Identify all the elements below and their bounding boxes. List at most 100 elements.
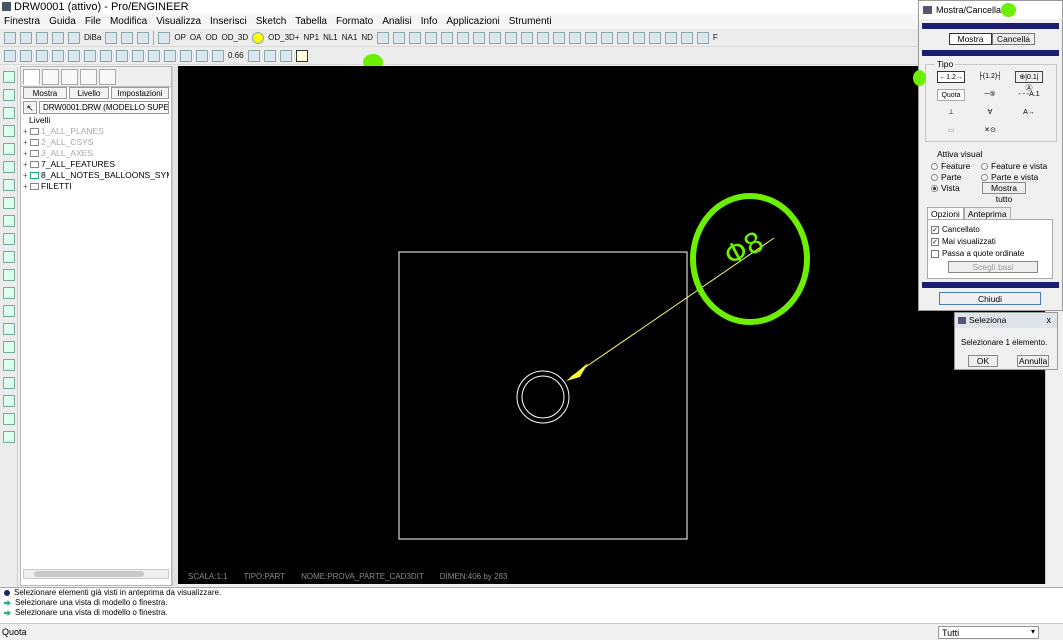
datum-points-icon[interactable]: [584, 31, 597, 44]
dimension-text[interactable]: Φ8: [719, 225, 770, 273]
paste-icon[interactable]: [121, 31, 134, 44]
scegli-basi-button[interactable]: Scegli basi: [948, 261, 1038, 273]
menu-modifica[interactable]: Modifica: [110, 16, 147, 27]
note-icon[interactable]: [68, 49, 80, 62]
np1-button[interactable]: NP1: [304, 33, 320, 42]
leader-icon[interactable]: [3, 233, 15, 245]
email-icon[interactable]: [68, 31, 80, 44]
cancella-toggle-button[interactable]: Cancella: [992, 33, 1035, 45]
menu-info[interactable]: Info: [421, 16, 438, 27]
tab-favorites[interactable]: [61, 69, 78, 85]
menu-visualizza[interactable]: Visualizza: [156, 16, 201, 27]
od3d-button[interactable]: OD_3D: [221, 33, 248, 42]
op-button[interactable]: OP: [174, 33, 186, 42]
baseline-icon[interactable]: [263, 49, 276, 62]
scroll-thumb[interactable]: [34, 571, 144, 577]
menu-file[interactable]: File: [85, 16, 101, 27]
drawing-dropdown[interactable]: DRW0001.DRW (MODELLO SUPERF: [39, 101, 169, 114]
mai-visualizzati-checkbox[interactable]: ✓ Mai visualizzati: [931, 237, 996, 246]
mostra-tutto-button[interactable]: Mostra tutto: [982, 182, 1026, 204]
arc-icon[interactable]: [164, 49, 176, 62]
circle-icon[interactable]: [212, 49, 224, 62]
sketch-tool-icon[interactable]: [3, 71, 15, 83]
copy-icon[interactable]: [105, 31, 118, 44]
move-view-icon[interactable]: [36, 49, 48, 62]
check-icon[interactable]: [3, 161, 15, 173]
redo-icon[interactable]: [392, 31, 405, 44]
tree-horizontal-scrollbar[interactable]: [23, 569, 169, 579]
format-icon[interactable]: [3, 359, 15, 371]
axis-type-button[interactable]: - - -A.1: [1015, 89, 1043, 101]
smiley-icon[interactable]: [252, 31, 265, 44]
mostra-toggle-button[interactable]: Mostra: [949, 33, 992, 45]
zoom-out-icon[interactable]: [648, 31, 661, 44]
refit-icon[interactable]: [664, 31, 677, 44]
close-icon[interactable]: x: [1047, 313, 1052, 328]
radio-parte-e-vista[interactable]: Parte e vista: [981, 172, 1038, 182]
line-tool-icon[interactable]: [3, 215, 15, 227]
wireframe-icon[interactable]: [504, 31, 517, 44]
nd-button[interactable]: ND: [361, 33, 373, 42]
tab-layers[interactable]: [99, 69, 116, 85]
check-icon[interactable]: [3, 89, 15, 101]
saved-views-icon[interactable]: [696, 31, 709, 44]
table-icon[interactable]: [3, 341, 15, 353]
dimension-icon[interactable]: [84, 49, 96, 62]
od-button[interactable]: OD: [205, 33, 217, 42]
list-item[interactable]: +7_ALL_FEATURES: [23, 159, 169, 170]
geometric-tolerance-button[interactable]: ⊕|0.1|Ⓐ: [1015, 71, 1043, 92]
list-item[interactable]: +2_ALL_CSYS: [23, 137, 169, 148]
line-icon[interactable]: [148, 49, 160, 62]
list-item[interactable]: +1_ALL_PLANES: [23, 126, 169, 137]
diba-button[interactable]: DiBa: [84, 33, 101, 42]
save-icon[interactable]: [36, 31, 48, 44]
mostra-menu-button[interactable]: Mostra: [23, 87, 67, 99]
arrange-icon[interactable]: [3, 413, 15, 425]
show-erase-icon[interactable]: [295, 49, 308, 62]
balloon-type-button[interactable]: ─⑤: [976, 89, 1004, 101]
impostazioni-menu-button[interactable]: Impostazioni: [111, 87, 169, 99]
oa-button[interactable]: OA: [190, 33, 202, 42]
dimension-type-button[interactable]: ←1.2→: [937, 71, 965, 83]
undo-icon[interactable]: [376, 31, 389, 44]
hole-circle-inner[interactable]: [521, 375, 565, 419]
symbol-type-button[interactable]: ✕⊙: [976, 125, 1004, 137]
radio-feature-e-vista[interactable]: Feature e vista: [981, 161, 1047, 171]
tab-model-tree[interactable]: [23, 69, 40, 85]
tab-folder-browser[interactable]: [42, 69, 59, 85]
quote-ordinate-checkbox[interactable]: Passa a quote ordinate: [931, 249, 1024, 258]
radio-vista[interactable]: Vista: [931, 183, 960, 193]
cosmetic-feature-button[interactable]: ▭: [937, 125, 965, 137]
menu-inserisci[interactable]: Inserisci: [210, 16, 247, 27]
insert-view-icon[interactable]: [20, 49, 32, 62]
dialog-titlebar[interactable]: Seleziona x: [955, 313, 1057, 328]
repaint-icon[interactable]: [456, 31, 469, 44]
edit-icon[interactable]: [408, 31, 421, 44]
selection-filter-dropdown[interactable]: Tutti ▾: [938, 626, 1039, 639]
plus-icon[interactable]: [4, 49, 16, 62]
na1-button[interactable]: NA1: [342, 33, 358, 42]
text-icon[interactable]: [52, 49, 64, 62]
symbol-icon[interactable]: [132, 49, 144, 62]
open-icon[interactable]: [20, 31, 32, 44]
livello-menu-button[interactable]: Livello: [69, 87, 109, 99]
delete-icon[interactable]: [116, 49, 128, 62]
pointer-icon[interactable]: ↖: [23, 101, 37, 114]
menu-strumenti[interactable]: Strumenti: [509, 16, 552, 27]
print-icon[interactable]: [52, 31, 64, 44]
check-icon[interactable]: [3, 197, 15, 209]
menu-sketch[interactable]: Sketch: [256, 16, 287, 27]
check-icon[interactable]: [3, 179, 15, 191]
trim-icon[interactable]: [180, 49, 192, 62]
annotation-icon[interactable]: [616, 31, 629, 44]
table-icon[interactable]: [100, 49, 112, 62]
list-item[interactable]: +3_ALL_AXES: [23, 148, 169, 159]
relations-icon[interactable]: [424, 31, 437, 44]
balloon-icon[interactable]: [3, 287, 15, 299]
ordinate-icon[interactable]: [3, 395, 15, 407]
shade-icon[interactable]: [488, 31, 501, 44]
menu-guida[interactable]: Guida: [49, 16, 76, 27]
tab-history[interactable]: [80, 69, 97, 85]
parameters-icon[interactable]: [440, 31, 453, 44]
drawing-canvas[interactable]: Φ8 SCALA:1:1 TIPO:PART NOME:PROVA_PARTE_…: [178, 66, 1045, 584]
